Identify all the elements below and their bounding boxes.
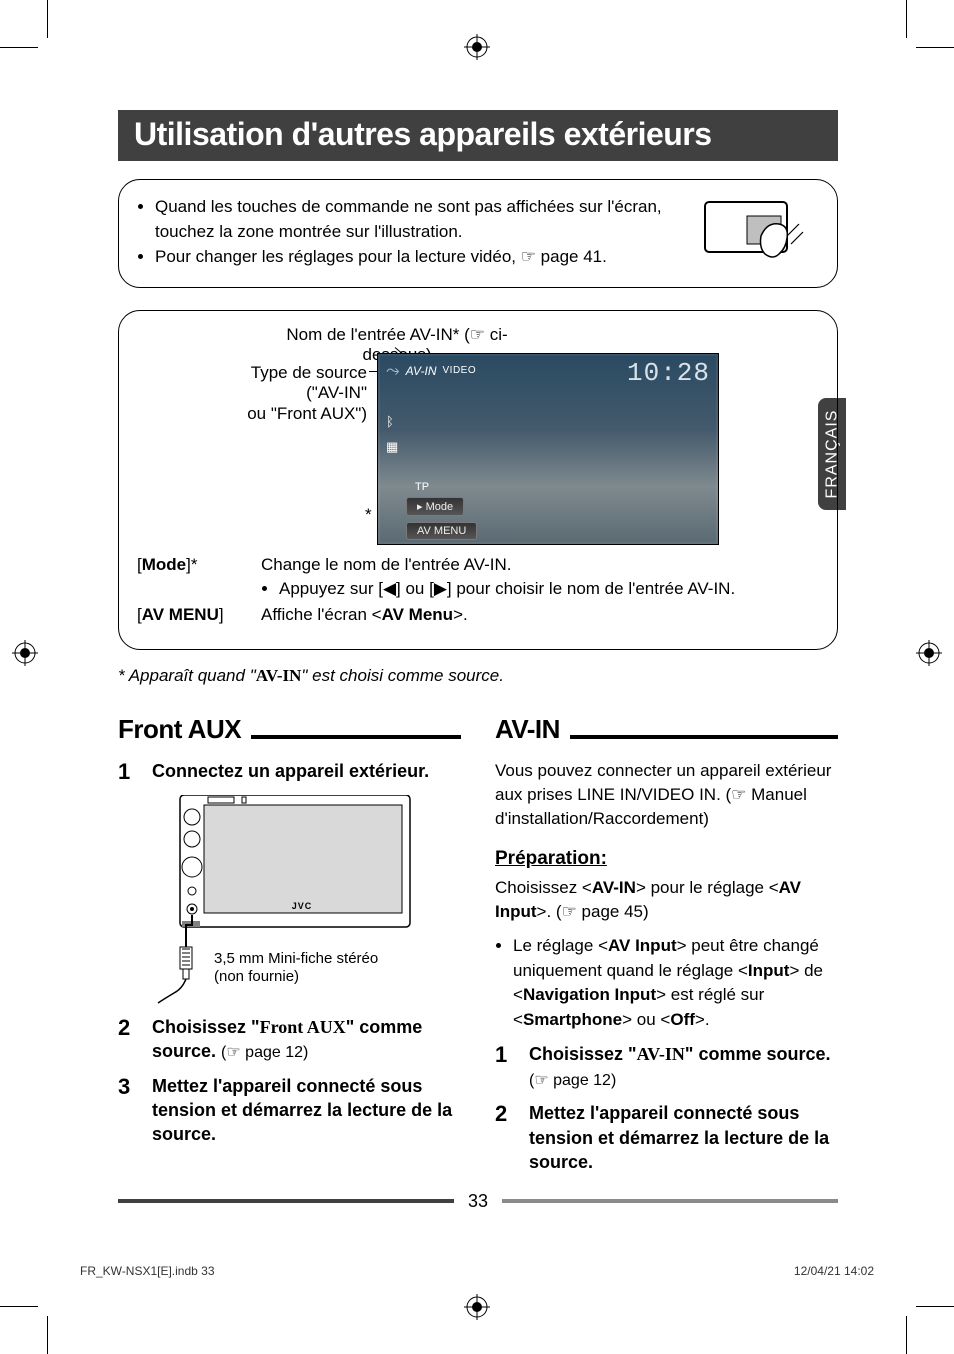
indb-filename: FR_KW-NSX1[E].indb 33 — [80, 1264, 215, 1278]
screen-mode-label: Mode — [426, 501, 454, 513]
registration-mark-left — [12, 640, 38, 666]
label-source-type-l1: Type de source ("AV-IN" — [251, 363, 367, 402]
touch-illustration — [703, 196, 815, 268]
screen-avmenu-button[interactable]: AV MENU — [406, 522, 477, 540]
heading-rule-r — [570, 735, 838, 739]
bluetooth-icon: ᛒ — [386, 414, 398, 429]
screen-source-type: AV-IN — [406, 364, 437, 378]
info-bullet-1: Quand les touches de commande ne sont pa… — [155, 195, 673, 244]
page-number: 33 — [454, 1191, 502, 1212]
registration-mark-right — [916, 640, 942, 666]
step-num-1: 1 — [118, 759, 138, 785]
step2-paren: (☞ page 12) — [221, 1044, 308, 1061]
avin-step1-text: Choisissez "AV-IN" comme source. — [529, 1044, 831, 1064]
screen-tp-indicator: TP — [410, 480, 434, 494]
diagram-box: Nom de l'entrée AV-IN* (☞ ci-dessous) Ty… — [118, 310, 838, 650]
avin-step2-text: Mettez l'appareil connecté sous tension … — [529, 1103, 829, 1172]
def-avmenu-key: [AV MENU] — [137, 605, 224, 624]
prep-bullet: Le réglage <AV Input> peut être changé u… — [513, 934, 838, 1033]
def-avmenu-text: Affiche l'écran <AV Menu>. — [261, 605, 468, 624]
grid-icon: ▦ — [386, 439, 398, 455]
heading-av-in: AV-IN — [495, 714, 560, 745]
info-bullets: Quand les touches de commande ne sont pa… — [141, 194, 673, 271]
label-source-type-l2: ou "Front AUX") — [247, 404, 367, 423]
def-row-avmenu: [AV MENU] Affiche l'écran <AV Menu>. — [137, 605, 819, 625]
footnote: * Apparaît quand "AV-IN" est choisi comm… — [118, 666, 838, 686]
front-panel-illustration: JVC 3,5 mm Mini-fiche stéréo (non fou — [152, 795, 461, 1007]
screen-video-label: VIDEO — [443, 365, 477, 376]
info-box: Quand les touches de commande ne sont pa… — [118, 179, 838, 288]
label-asterisk: * — [365, 505, 372, 525]
step3-text: Mettez l'appareil connecté sous tension … — [152, 1076, 452, 1145]
print-timestamp: 12/04/21 14:02 — [794, 1264, 874, 1278]
plug-label-l1: 3,5 mm Mini-fiche stéréo — [214, 950, 378, 967]
step1-text: Connectez un appareil extérieur. — [152, 761, 429, 781]
prep-text: Choisissez <AV-IN> pour le réglage <AV I… — [495, 876, 838, 924]
brand-label: JVC — [292, 901, 313, 911]
avin-step1-paren: (☞ page 12) — [529, 1072, 616, 1089]
plug-label-l2: (non fournie) — [214, 968, 299, 985]
avin-intro: Vous pouvez connecter un appareil extéri… — [495, 759, 838, 830]
def-row-mode: [Mode]* Change le nom de l'entrée AV-IN.… — [137, 555, 819, 599]
heading-rule — [251, 735, 461, 739]
heading-front-aux: Front AUX — [118, 714, 241, 745]
info-bullet-2: Pour changer les réglages pour la lectur… — [155, 245, 673, 270]
screen-left-icons: ᛒ ▦ — [386, 414, 398, 455]
def-mode-key: [Mode]* — [137, 555, 197, 574]
section-front-aux: Front AUX 1 Connectez un appareil extéri… — [118, 714, 461, 1184]
printer-footer: FR_KW-NSX1[E].indb 33 12/04/21 14:02 — [80, 1264, 874, 1278]
avin-step-num-2: 2 — [495, 1101, 515, 1174]
page-title: Utilisation d'autres appareils extérieur… — [118, 110, 838, 161]
device-screen: ⤳ AV-IN VIDEO 10:28 ᛒ ▦ TP ▸ Mode AV MEN… — [377, 353, 719, 545]
section-av-in: AV-IN Vous pouvez connecter un appareil … — [495, 714, 838, 1184]
def-mode-sub: Appuyez sur [◀] ou [▶] pour choisir le n… — [279, 579, 819, 599]
prep-heading: Préparation: — [495, 848, 838, 870]
screen-clock: 10:28 — [627, 358, 710, 388]
def-mode-text: Change le nom de l'entrée AV-IN. — [261, 555, 512, 574]
registration-mark-top — [464, 34, 490, 60]
screen-mode-button[interactable]: ▸ Mode — [406, 497, 464, 516]
avin-step-num-1: 1 — [495, 1042, 515, 1091]
page-footer: 33 — [118, 1192, 838, 1210]
step-num-3: 3 — [118, 1074, 138, 1147]
registration-mark-bottom — [464, 1294, 490, 1320]
step-num-2: 2 — [118, 1015, 138, 1064]
